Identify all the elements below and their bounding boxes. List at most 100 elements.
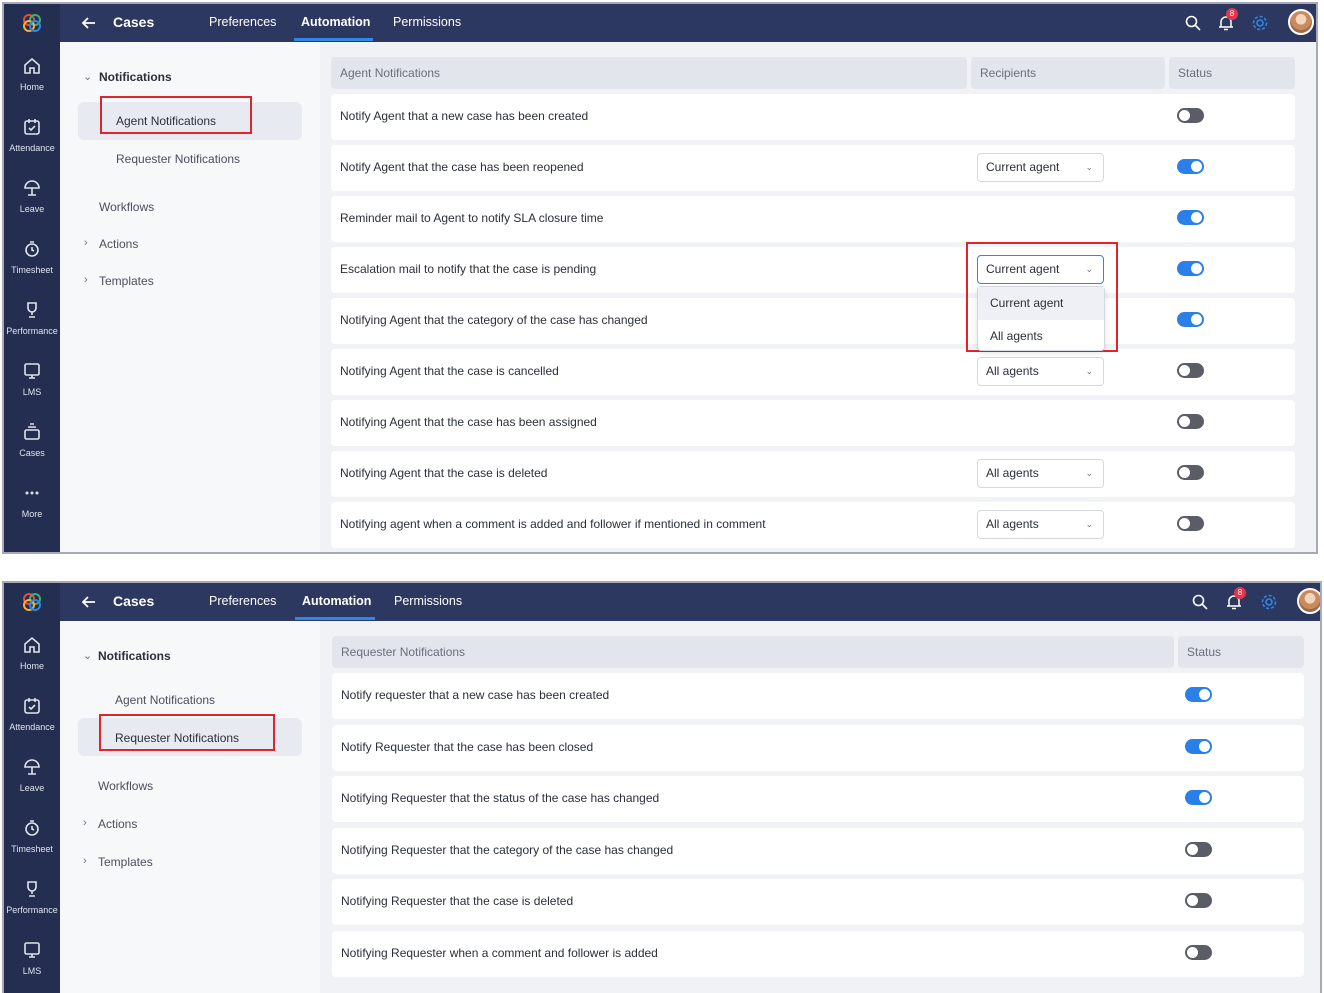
notification-label: Notify requester that a new case has bee… (341, 688, 610, 702)
rail-item-attendance[interactable]: Attendance (4, 684, 60, 744)
rail-item-timesheet[interactable]: Timesheet (4, 806, 60, 866)
table-row: Escalation mail to notify that the case … (331, 247, 1295, 293)
screenshot-requester-notifications: Home Attendance Leave Timesheet Performa… (2, 581, 1322, 993)
toggle-knob (1179, 467, 1190, 478)
notification-badge: 8 (1226, 8, 1238, 20)
subnav-section-notifications[interactable]: Notifications (99, 70, 172, 84)
status-toggle[interactable] (1185, 738, 1212, 754)
notification-label: Escalation mail to notify that the case … (340, 262, 597, 276)
status-toggle[interactable] (1185, 790, 1212, 805)
rail-item-leave[interactable]: Leave (4, 745, 60, 805)
column-header: Status (1169, 57, 1295, 89)
status-toggle[interactable] (1177, 465, 1204, 480)
subnav-item-requester-notifications[interactable]: Requester Notifications (116, 152, 240, 166)
rail-item-lms[interactable]: LMS (4, 928, 60, 988)
rail-item-home[interactable]: Home (4, 44, 60, 104)
tab-permissions[interactable]: Permissions (394, 594, 462, 608)
status-toggle[interactable] (1185, 841, 1212, 857)
rail-item-home[interactable]: Home (4, 623, 60, 683)
status-toggle[interactable] (1177, 516, 1204, 531)
status-toggle[interactable] (1185, 687, 1212, 702)
active-tab-indicator (295, 617, 375, 620)
status-toggle[interactable] (1177, 363, 1204, 378)
subnav-item-templates[interactable]: Templates (98, 855, 153, 869)
user-avatar[interactable] (1288, 9, 1314, 35)
rail-item-cases[interactable]: Cases (4, 410, 60, 470)
dropdown-option-all-agents[interactable]: All agents (978, 320, 1104, 353)
status-toggle[interactable] (1177, 312, 1204, 327)
subnav-item-actions[interactable]: Actions (99, 237, 138, 251)
active-tab-indicator (294, 38, 373, 41)
subnav-item-templates[interactable]: Templates (99, 274, 154, 288)
recipient-select[interactable]: All agents ⌄ (977, 357, 1104, 386)
chevron-down-icon: ⌄ (1085, 366, 1093, 376)
table-row: Notify Requester that the case has been … (332, 724, 1304, 771)
subnav-item-workflows[interactable]: Workflows (98, 779, 153, 793)
table-row: Notifying agent when a comment is added … (331, 502, 1295, 548)
left-rail: Home Attendance Leave Timesheet Performa… (4, 4, 60, 552)
tab-automation[interactable]: Automation (301, 15, 370, 29)
tab-preferences[interactable]: Preferences (209, 594, 276, 608)
rail-label: LMS (22, 966, 42, 976)
toggle-knob (1179, 365, 1190, 376)
rail-item-attendance[interactable]: Attendance (4, 105, 60, 165)
status-toggle[interactable] (1177, 414, 1204, 429)
status-toggle[interactable] (1177, 210, 1204, 225)
rail-item-leave[interactable]: Leave (4, 166, 60, 226)
status-toggle[interactable] (1177, 261, 1204, 276)
settings-subnav: ⌄ Notifications Agent Notifications Requ… (60, 621, 320, 993)
tab-automation[interactable]: Automation (302, 594, 371, 608)
left-rail: Home Attendance Leave Timesheet Performa… (4, 583, 60, 993)
back-arrow-icon[interactable] (80, 593, 98, 611)
dropdown-option-current-agent[interactable]: Current agent (978, 287, 1104, 320)
toggle-knob (1191, 161, 1202, 172)
app-logo-icon[interactable] (4, 583, 60, 621)
app-logo-icon[interactable] (4, 4, 60, 42)
gear-icon[interactable] (1251, 14, 1269, 32)
rail-label: Timesheet (11, 265, 53, 275)
rail-label: Leave (19, 204, 45, 214)
toggle-knob (1187, 895, 1198, 906)
table-row: Notifying Requester that the status of t… (332, 776, 1304, 822)
status-toggle[interactable] (1177, 159, 1204, 174)
notification-label: Notifying agent when a comment is added … (340, 517, 766, 531)
rail-item-performance[interactable]: Performance (4, 867, 60, 927)
table-row: Notifying Agent that the case has been a… (331, 400, 1295, 446)
subnav-item-agent-notifications[interactable]: Agent Notifications (115, 693, 215, 707)
notification-label: Reminder mail to Agent to notify SLA clo… (340, 211, 604, 225)
rail-label: Leave (19, 783, 45, 793)
tray-icon (22, 422, 42, 442)
rail-item-performance[interactable]: Performance (4, 288, 60, 348)
tab-permissions[interactable]: Permissions (393, 15, 461, 29)
subnav-item-actions[interactable]: Actions (98, 817, 137, 831)
beach-umbrella-icon (22, 178, 42, 198)
rail-item-timesheet[interactable]: Timesheet (4, 227, 60, 287)
gear-icon[interactable] (1260, 593, 1278, 611)
monitor-icon (22, 361, 42, 381)
top-bar: Cases Preferences Automation Permissions… (60, 4, 1316, 42)
notification-label: Notifying Agent that the category of the… (340, 313, 648, 327)
search-icon[interactable] (1191, 593, 1209, 611)
search-icon[interactable] (1184, 14, 1202, 32)
toggle-knob (1191, 314, 1202, 325)
notification-label: Notify Agent that the case has been reop… (340, 160, 584, 174)
recipient-select[interactable]: Current agent ⌄ (977, 153, 1104, 182)
status-toggle[interactable] (1185, 944, 1212, 960)
subnav-item-workflows[interactable]: Workflows (99, 200, 154, 214)
subnav-section-notifications[interactable]: Notifications (98, 649, 171, 663)
recipient-select[interactable]: All agents ⌄ (977, 510, 1104, 539)
user-avatar[interactable] (1297, 588, 1320, 614)
recipient-select[interactable]: All agents ⌄ (977, 459, 1104, 488)
rail-item-more[interactable]: More (4, 471, 60, 531)
recipient-dropdown-menu: Current agent All agents (977, 286, 1105, 351)
rail-label: LMS (22, 387, 42, 397)
chevron-right-icon: › (83, 817, 87, 829)
page-title: Cases (113, 14, 155, 30)
back-arrow-icon[interactable] (80, 14, 98, 32)
notification-label: Notifying Requester that the case is del… (341, 894, 574, 908)
more-dots-icon (22, 483, 42, 503)
tab-preferences[interactable]: Preferences (209, 15, 276, 29)
status-toggle[interactable] (1185, 893, 1212, 908)
rail-item-lms[interactable]: LMS (4, 349, 60, 409)
status-toggle[interactable] (1177, 108, 1204, 123)
